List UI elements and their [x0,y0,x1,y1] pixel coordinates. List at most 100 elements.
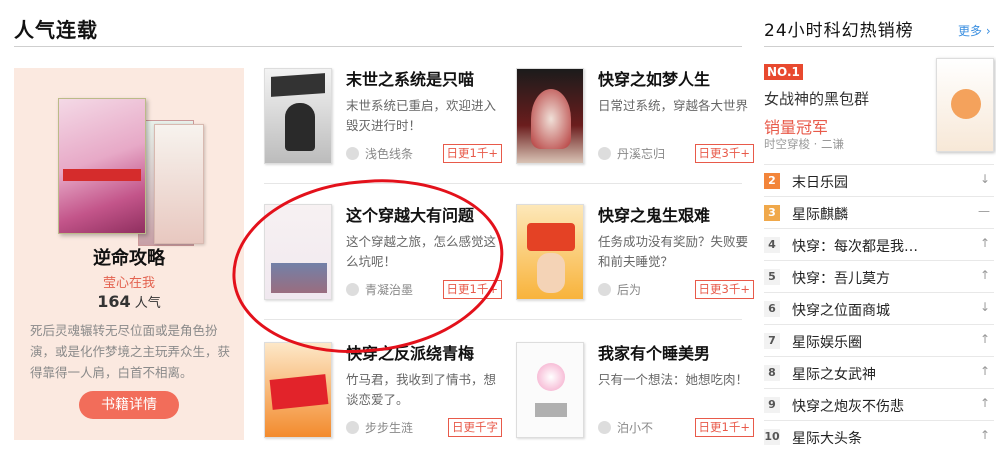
trend-down-icon: ↓ [979,172,990,186]
book-description: 末世系统已重启，欢迎进入毁灭进行时！ [346,98,497,133]
update-frequency-badge: 日更1千+ [694,418,754,437]
book-card[interactable]: 末世之系统是只喵 末世系统已重启，欢迎进入毁灭进行时！ 浅色线条 日更1千+ [264,66,502,178]
book-cover[interactable] [516,204,584,300]
author-avatar-icon [598,147,611,160]
book-author[interactable]: 丹溪忘归 [617,145,665,162]
ranking-row[interactable]: 8 星际之女武神 ↑ [764,356,994,388]
trend-up-icon: ↑ [979,396,990,410]
ranking-top-item[interactable]: NO.1 女战神的黑包群 销量冠军 时空穿梭 · 二谦 [764,58,994,160]
ranking-title: 24小时科幻热销榜 [764,21,914,41]
book-author[interactable]: 后为 [617,281,641,298]
book-cover[interactable] [264,204,332,300]
ranking-row[interactable]: 3 星际麒麟 — [764,196,994,228]
book-title[interactable]: 快穿之反派绕青梅 [346,340,474,364]
rank-number: 10 [764,429,780,445]
author-avatar-icon [346,283,359,296]
rank-book-name[interactable]: 快穿：每次都是我… [792,236,918,256]
ranking-top-cover[interactable] [936,58,994,152]
book-cover[interactable] [264,68,332,164]
book-title[interactable]: 快穿之如梦人生 [598,66,710,90]
ranking-top-name[interactable]: 女战神的黑包群 [764,88,869,109]
trend-down-icon: ↓ [979,300,990,314]
ranking-divider [764,46,994,47]
book-author[interactable]: 浅色线条 [365,145,413,162]
popularity-unit: 人气 [134,296,161,311]
featured-title[interactable]: 逆命攻略 [14,244,244,270]
book-description: 只有一个想法：她想吃肉！ [598,372,749,387]
author-avatar-icon [598,421,611,434]
rank-book-name[interactable]: 星际娱乐圈 [792,332,862,352]
book-details-button[interactable]: 书籍详情 [79,391,179,419]
rank-book-name[interactable]: 星际之女武神 [792,364,876,384]
update-frequency-badge: 日更3千+ [694,280,754,299]
featured-cover-back-2 [154,124,204,244]
ranking-top-category: 时空穿梭 · 二谦 [764,137,844,151]
popularity-value: 164 [97,292,131,311]
book-card[interactable]: 这个穿越大有问题 这个穿越之旅，怎么感觉这么坑呢！ 青凝治墨 日更1千+ [264,202,502,314]
ranking-row[interactable]: 4 快穿：每次都是我… ↑ [764,228,994,260]
book-cover[interactable] [264,342,332,438]
rank-number: 2 [764,173,780,189]
book-description: 日常过系统，穿越各大世界 [598,98,749,113]
rank-badge: NO.1 [764,64,803,80]
ranking-row[interactable]: 6 快穿之位面商城 ↓ [764,292,994,324]
section-divider [14,46,742,47]
update-frequency-badge: 日更1千+ [442,280,502,299]
book-card[interactable]: 快穿之反派绕青梅 竹马君，我收到了情书，想谈恋爱了。 步步生涟 日更千字 [264,340,502,452]
rank-number: 3 [764,205,780,221]
author-avatar-icon [598,283,611,296]
book-description: 竹马君，我收到了情书，想谈恋爱了。 [346,372,497,407]
book-title[interactable]: 这个穿越大有问题 [346,202,474,226]
update-frequency-badge: 日更千字 [448,418,502,437]
book-card[interactable]: 快穿之如梦人生 日常过系统，穿越各大世界 丹溪忘归 日更3千+ [516,66,754,178]
trend-up-icon: ↑ [979,364,990,378]
trend-up-icon: ↑ [979,332,990,346]
featured-description: 死后灵魂辗转无尽位面或是角色扮演，或是化作梦境之主玩弄众生，获得靠得一人肩，白首… [30,323,231,380]
grid-divider [264,183,742,184]
author-avatar-icon [346,147,359,160]
book-description: 任务成功没有奖励？失败要和前夫睡觉？ [598,234,749,269]
trend-up-icon: ↑ [979,268,990,282]
book-card[interactable]: 快穿之鬼生艰难 任务成功没有奖励？失败要和前夫睡觉？ 后为 日更3千+ [516,202,754,314]
book-author[interactable]: 泊小不 [617,419,653,436]
book-title[interactable]: 末世之系统是只喵 [346,66,474,90]
rank-book-name[interactable]: 快穿之炮灰不伤悲 [792,396,904,416]
featured-author[interactable]: 莹心在我 [14,272,244,291]
trend-up-icon: ↑ [979,428,990,442]
author-avatar-icon [346,421,359,434]
ranking-row[interactable]: 2 末日乐园 ↓ [764,164,994,196]
rank-book-name[interactable]: 星际大头条 [792,428,862,448]
book-author[interactable]: 青凝治墨 [365,281,413,298]
ranking-row[interactable]: 9 快穿之炮灰不伤悲 ↑ [764,388,994,420]
more-link[interactable]: 更多 › [958,22,991,39]
book-cover[interactable] [516,68,584,164]
rank-number: 6 [764,301,780,317]
rank-book-name[interactable]: 末日乐园 [792,172,848,192]
trend-flat-icon: — [978,204,990,218]
book-author[interactable]: 步步生涟 [365,419,413,436]
grid-divider [264,319,742,320]
update-frequency-badge: 日更1千+ [442,144,502,163]
ranking-row[interactable]: 10 星际大头条 ↑ [764,420,994,452]
featured-cover-front [58,98,146,234]
rank-number: 8 [764,365,780,381]
rank-book-name[interactable]: 快穿：吾儿莫方 [792,268,890,288]
rank-book-name[interactable]: 快穿之位面商城 [792,300,890,320]
section-title: 人气连载 [14,18,98,42]
book-card[interactable]: 我家有个睡美男 只有一个想法：她想吃肉！ 泊小不 日更1千+ [516,340,754,452]
rank-number: 5 [764,269,780,285]
rank-number: 4 [764,237,780,253]
rank-number: 7 [764,333,780,349]
featured-book-card[interactable]: 逆命攻略 莹心在我 164 人气 死后灵魂辗转无尽位面或是角色扮演，或是化作梦境之… [14,68,244,440]
ranking-row[interactable]: 7 星际娱乐圈 ↑ [764,324,994,356]
book-title[interactable]: 我家有个睡美男 [598,340,710,364]
rank-book-name[interactable]: 星际麒麟 [792,204,848,224]
ranking-row[interactable]: 5 快穿：吾儿莫方 ↑ [764,260,994,292]
book-title[interactable]: 快穿之鬼生艰难 [598,202,710,226]
rank-number: 9 [764,397,780,413]
trend-up-icon: ↑ [979,236,990,250]
update-frequency-badge: 日更3千+ [694,144,754,163]
featured-popularity: 164 人气 [14,292,244,311]
book-cover[interactable] [516,342,584,438]
sales-champion-label: 销量冠军 [764,118,829,137]
